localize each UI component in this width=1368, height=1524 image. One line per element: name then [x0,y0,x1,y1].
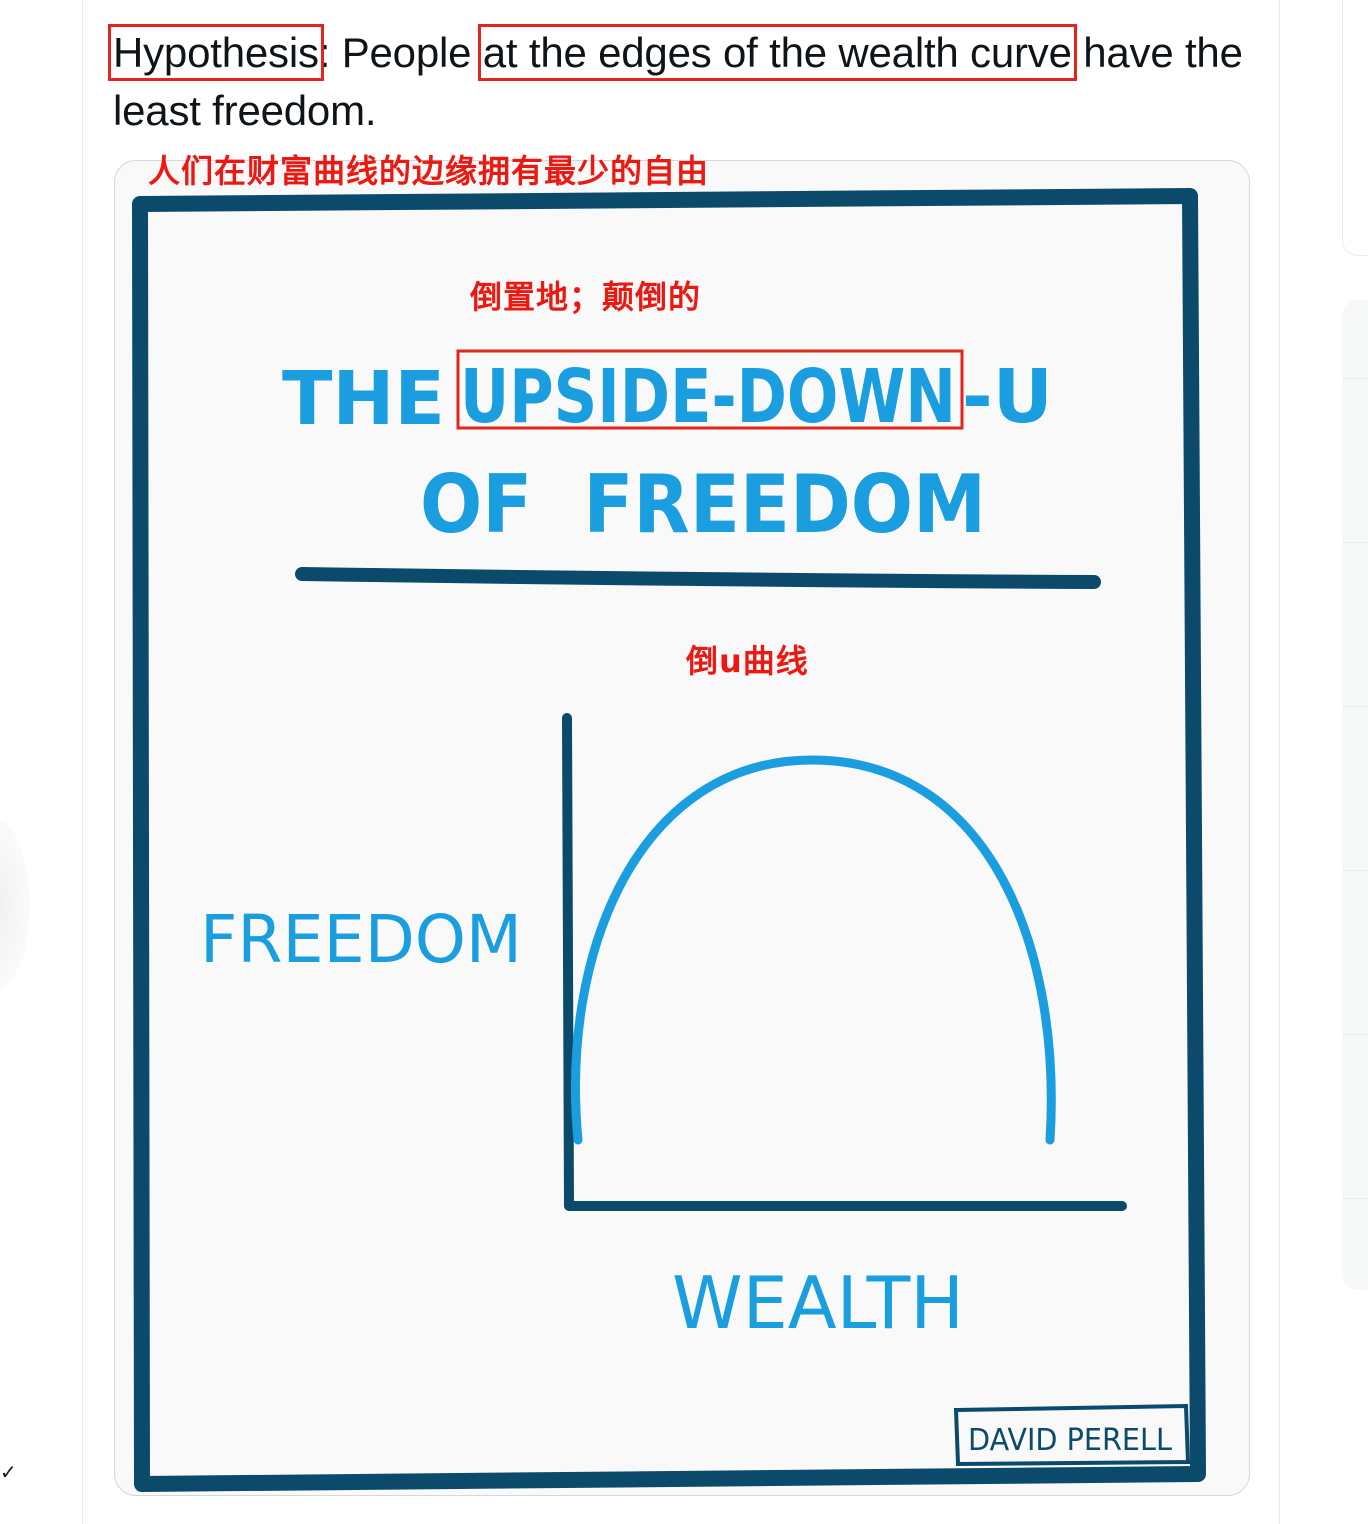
divider [1342,1034,1368,1035]
highlight-edges-phrase: at the edges of the wealth curve [477,24,1077,81]
tweet-text: Hypothesis: People at the edges of the w… [108,24,1263,140]
tweet-image-card[interactable] [114,160,1250,1496]
annotation-hypothesis-translation: 人们在财富曲线的边缘拥有最少的自由 [148,152,710,190]
highlight-hypothesis: Hypothesis [108,24,324,81]
annotation-upside-down-translation: 倒置地；颠倒的 [470,278,702,316]
sidebar-widget-top [1342,0,1368,256]
divider [1342,378,1368,379]
sidebar-trends-widget [1342,300,1368,1290]
divider [1342,1198,1368,1199]
annotation-curve-translation: 倒u曲线 [686,642,809,680]
divider [1342,542,1368,543]
divider [1342,870,1368,871]
tweet-text-segment: : People [318,29,483,76]
checkmark-icon: ✓ [0,1460,17,1484]
left-shadow [0,820,30,990]
divider [1342,706,1368,707]
